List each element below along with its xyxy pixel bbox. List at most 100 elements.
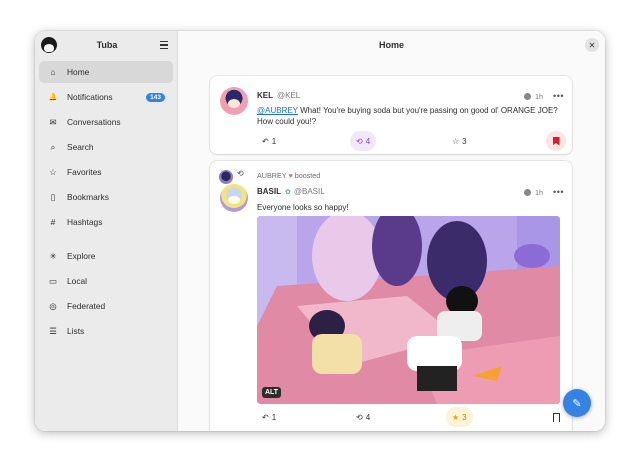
sidebar-item-local[interactable]: ▭ Local xyxy=(39,270,173,292)
user-handle: @KEL xyxy=(277,91,301,100)
pencil-icon: ✎ xyxy=(572,397,582,410)
heart-icon: ♥ xyxy=(288,171,293,180)
boost-icon: ⟲ xyxy=(356,412,363,422)
avatar[interactable] xyxy=(220,87,248,115)
post-time: 1h xyxy=(535,187,544,197)
boost-count: 4 xyxy=(365,412,371,422)
close-icon: ✕ xyxy=(588,40,596,50)
boost-icon: ⟲ xyxy=(356,136,363,146)
sidebar-item-federated[interactable]: ◎ Federated xyxy=(39,295,173,317)
alt-text-badge[interactable]: ALT xyxy=(262,387,282,398)
timeline-post[interactable]: KEL @KEL 1h ••• @AUBREY What! You're buy… xyxy=(210,76,572,154)
sidebar-item-home[interactable]: ⌂ Home xyxy=(39,61,173,83)
sidebar-header: Tuba xyxy=(35,31,177,59)
search-icon: ⌕ xyxy=(50,141,56,152)
sidebar-item-label: Search xyxy=(67,142,94,152)
main-content: Home ✕ KEL @KEL 1h ••• @AUBREY What! You… xyxy=(178,31,605,431)
booster-avatar[interactable] xyxy=(219,170,233,184)
bell-icon: 🔔 xyxy=(48,93,58,101)
sidebar-nav: ⌂ Home 🔔 Notifications 143 ✉ Conversatio… xyxy=(35,59,177,347)
reply-icon: ↶ xyxy=(262,412,269,422)
sidebar-item-label: Hashtags xyxy=(67,217,103,227)
mention-link[interactable]: @AUBREY xyxy=(257,106,298,115)
sidebar-item-notifications[interactable]: 🔔 Notifications 143 xyxy=(39,86,173,108)
explore-icon: ✳ xyxy=(49,250,57,261)
bookmark-button[interactable] xyxy=(546,131,566,151)
more-options-icon[interactable]: ••• xyxy=(553,187,564,197)
sidebar-item-label: Federated xyxy=(67,301,106,311)
post-author[interactable]: BASIL ✿ @BASIL xyxy=(257,187,325,196)
reply-button[interactable]: ↶ 1 xyxy=(256,131,282,151)
display-name: BASIL xyxy=(257,187,281,196)
close-button[interactable]: ✕ xyxy=(585,38,599,52)
main-header: Home ✕ xyxy=(178,31,605,59)
home-icon: ⌂ xyxy=(50,66,56,77)
post-time: 1h xyxy=(535,91,544,101)
bookmark-icon xyxy=(552,136,560,146)
bookmark-button[interactable] xyxy=(546,407,566,427)
boost-button[interactable]: ⟲ 4 xyxy=(350,407,376,427)
boosted-label: boosted xyxy=(294,171,321,180)
post-text: What! You're buying soda but you're pass… xyxy=(257,106,558,126)
favorite-count: 3 xyxy=(462,412,467,422)
account-avatar[interactable] xyxy=(41,37,57,53)
sidebar-item-label: Favorites xyxy=(67,167,102,177)
list-icon: ☰ xyxy=(49,325,57,336)
post-meta: 1h ••• xyxy=(524,91,564,101)
user-handle: @BASIL xyxy=(293,187,325,196)
boosted-by-line: AUBREY ♥ boosted xyxy=(257,171,320,180)
post-meta: 1h ••• xyxy=(524,187,564,197)
booster-name: AUBREY xyxy=(257,171,287,180)
globe-icon: ◎ xyxy=(49,300,57,311)
app-window: Tuba ⌂ Home 🔔 Notifications 143 ✉ Conver… xyxy=(35,31,605,431)
timeline-post[interactable]: ⟲ AUBREY ♥ boosted BASIL ✿ @BASIL 1h •••… xyxy=(210,161,572,431)
nav-separator xyxy=(39,236,173,245)
post-content: Everyone looks so happy! xyxy=(257,203,349,212)
sidebar-item-label: Conversations xyxy=(67,117,121,127)
sidebar-item-conversations[interactable]: ✉ Conversations xyxy=(39,111,173,133)
star-icon: ☆ xyxy=(49,166,57,177)
sidebar-item-label: Notifications xyxy=(67,92,113,102)
favorite-button[interactable]: ★ 3 xyxy=(446,407,473,427)
post-image[interactable]: ALT xyxy=(257,216,560,404)
local-icon: ▭ xyxy=(48,275,58,286)
star-icon: ☆ xyxy=(452,136,460,146)
sidebar-item-label: Home xyxy=(67,67,90,77)
sidebar: Tuba ⌂ Home 🔔 Notifications 143 ✉ Conver… xyxy=(35,31,178,431)
more-options-icon[interactable]: ••• xyxy=(553,91,564,101)
sidebar-item-label: Local xyxy=(67,276,88,286)
reply-count: 1 xyxy=(271,136,277,146)
reply-count: 1 xyxy=(271,412,277,422)
compose-button[interactable]: ✎ xyxy=(563,389,591,417)
sidebar-item-lists[interactable]: ☰ Lists xyxy=(39,320,173,342)
bookmark-icon: ▯ xyxy=(50,191,56,202)
sidebar-item-hashtags[interactable]: # Hashtags xyxy=(39,211,173,233)
sidebar-item-label: Bookmarks xyxy=(67,192,109,202)
post-actions: ↶ 1 ⟲ 4 ★ 3 xyxy=(210,407,572,427)
hashtag-icon: # xyxy=(50,216,56,227)
sidebar-item-label: Lists xyxy=(67,326,85,336)
visibility-icon xyxy=(524,92,532,100)
boost-indicator-icon: ⟲ xyxy=(237,169,244,178)
favorite-count: 3 xyxy=(462,136,467,146)
sidebar-item-bookmarks[interactable]: ▯ Bookmarks xyxy=(39,186,173,208)
avatar[interactable] xyxy=(220,184,248,212)
app-title: Tuba xyxy=(96,40,118,50)
reply-button[interactable]: ↶ 1 xyxy=(256,407,282,427)
bookmark-icon xyxy=(552,412,560,422)
image-illustration xyxy=(257,216,560,404)
post-author[interactable]: KEL @KEL xyxy=(257,91,300,100)
boost-button[interactable]: ⟲ 4 xyxy=(350,131,377,151)
sidebar-item-favorites[interactable]: ☆ Favorites xyxy=(39,161,173,183)
favorite-button[interactable]: ☆ 3 xyxy=(446,131,473,151)
sidebar-item-label: Explore xyxy=(67,251,96,261)
star-icon: ★ xyxy=(452,412,460,422)
sidebar-item-explore[interactable]: ✳ Explore xyxy=(39,245,173,267)
reply-icon: ↶ xyxy=(262,136,269,146)
post-content: @AUBREY What! You're buying soda but you… xyxy=(257,105,564,127)
boost-count: 4 xyxy=(365,136,371,146)
flower-emoji-icon: ✿ xyxy=(285,189,291,196)
menu-icon[interactable] xyxy=(157,38,171,52)
sidebar-item-search[interactable]: ⌕ Search xyxy=(39,136,173,158)
post-actions: ↶ 1 ⟲ 4 ☆ 3 xyxy=(210,131,572,151)
